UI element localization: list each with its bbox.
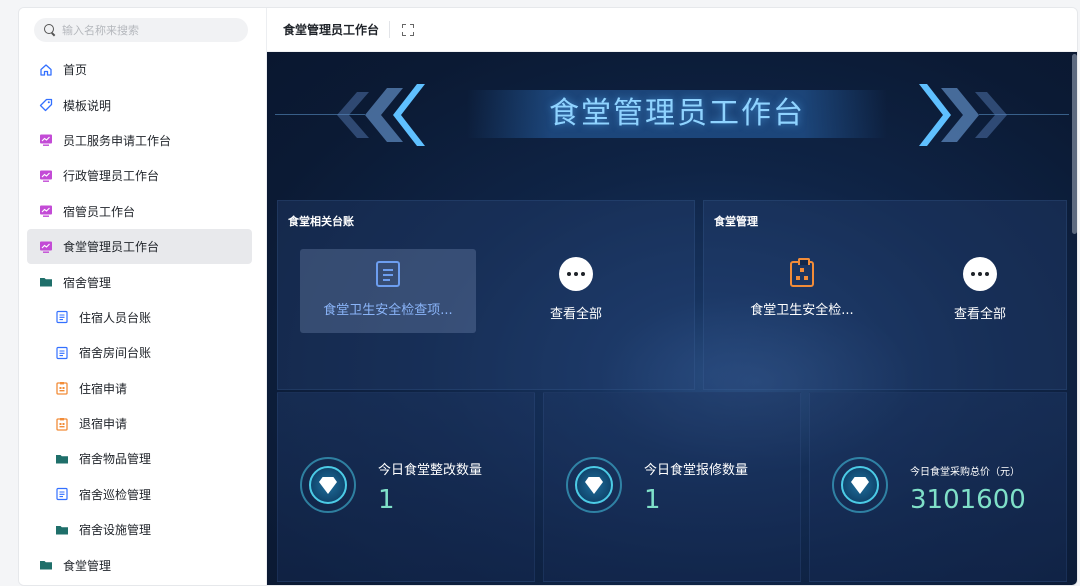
- banner-arrows-right-icon: [919, 84, 1007, 146]
- view-all-button[interactable]: 查看全部: [892, 249, 1068, 333]
- stat-value: 1: [644, 485, 661, 515]
- clipboard-icon: [55, 417, 69, 431]
- stat-label: 今日食堂采购总价（元）: [910, 467, 1020, 478]
- sidebar-item-label: 行政管理员工作台: [63, 169, 160, 184]
- page-title: 食堂管理员工作台: [283, 21, 391, 38]
- sidebar-item-label: 住宿申请: [79, 381, 128, 396]
- sidebar-item-dorm-items[interactable]: 宿舍物品管理: [27, 441, 252, 476]
- tag-icon: [39, 98, 53, 112]
- sidebar-item-rooms-ledger[interactable]: 宿舍房间台账: [27, 335, 252, 370]
- sidebar-item-template-guide[interactable]: 模板说明: [27, 87, 252, 122]
- folder-icon: [55, 452, 69, 466]
- sidebar-item-label: 首页: [63, 63, 88, 78]
- sidebar-item-dorm-workbench[interactable]: 宿管员工作台: [27, 194, 252, 229]
- document-icon: [55, 346, 69, 360]
- shortcut-label: 食堂卫生安全检查项...: [323, 303, 453, 318]
- dashboard-icon: [39, 133, 53, 147]
- topbar: 食堂管理员工作台: [267, 8, 1077, 52]
- shortcut-canteen-hygiene-check[interactable]: 食堂卫生安全检...: [714, 249, 890, 333]
- sidebar-item-dorm-management[interactable]: 宿舍管理: [27, 264, 252, 299]
- main-area: 食堂管理员工作台 食堂管理员工作台 食堂相关台账 食堂卫生安全检查项... 查看…: [267, 8, 1077, 585]
- stat-card-repairs: 今日食堂报修数量 1: [543, 392, 801, 582]
- search-icon: [44, 24, 56, 36]
- dashboard-icon: [39, 240, 53, 254]
- sidebar-item-residents-ledger[interactable]: 住宿人员台账: [27, 300, 252, 335]
- sidebar-item-label: 退宿申请: [79, 417, 128, 432]
- sidebar-item-dorm-inspection[interactable]: 宿舍巡检管理: [27, 477, 252, 512]
- panel-canteen-management: 食堂管理 食堂卫生安全检... 查看全部: [703, 200, 1067, 390]
- document-icon: [55, 310, 69, 324]
- sidebar-item-canteen-workbench[interactable]: 食堂管理员工作台: [27, 228, 252, 265]
- sidebar-item-label: 宿舍巡检管理: [79, 487, 152, 502]
- more-icon: [559, 257, 593, 291]
- stat-label: 今日食堂整改数量: [378, 463, 483, 478]
- sidebar-item-label: 宿舍设施管理: [79, 523, 152, 538]
- clipboard-icon: [790, 258, 814, 287]
- panel-title: 食堂管理: [714, 215, 758, 228]
- sidebar-item-dorm-facilities[interactable]: 宿舍设施管理: [27, 512, 252, 547]
- more-icon: [963, 257, 997, 291]
- view-all-label: 查看全部: [953, 307, 1006, 322]
- app-window: 首页 模板说明 员工服务申请工作台 行政管理员工作台: [18, 7, 1078, 586]
- sidebar-item-label: 住宿人员台账: [79, 310, 152, 325]
- sidebar: 首页 模板说明 员工服务申请工作台 行政管理员工作台: [19, 8, 267, 585]
- folder-icon: [55, 523, 69, 537]
- search-box[interactable]: [34, 18, 248, 42]
- dashboard-icon: [39, 204, 53, 218]
- home-icon: [39, 63, 53, 77]
- sidebar-item-checkin-request[interactable]: 住宿申请: [27, 371, 252, 406]
- document-icon: [55, 487, 69, 501]
- stat-value: 3101600: [910, 485, 1026, 515]
- shortcut-canteen-hygiene-items[interactable]: 食堂卫生安全检查项...: [300, 249, 476, 333]
- sidebar-item-label: 宿舍房间台账: [79, 346, 152, 361]
- diamond-icon: [832, 457, 888, 513]
- sidebar-item-checkout-request[interactable]: 退宿申请: [27, 406, 252, 441]
- sidebar-nav: 首页 模板说明 员工服务申请工作台 行政管理员工作台 宿管员工作台 食堂管理员工…: [27, 52, 252, 583]
- stat-card-rectification: 今日食堂整改数量 1: [277, 392, 535, 582]
- sidebar-item-label: 宿舍管理: [63, 275, 112, 290]
- panel-title: 食堂相关台账: [288, 215, 354, 228]
- banner-arrows-left-icon: [337, 84, 425, 146]
- diamond-icon: [566, 457, 622, 513]
- sidebar-item-label: 模板说明: [63, 98, 112, 113]
- clipboard-icon: [55, 381, 69, 395]
- sidebar-item-label: 食堂管理员工作台: [63, 240, 160, 255]
- sidebar-item-canteen-management[interactable]: 食堂管理: [27, 547, 252, 582]
- view-all-button[interactable]: 查看全部: [488, 249, 664, 333]
- stat-label: 今日食堂报修数量: [644, 463, 749, 478]
- shortcut-label: 食堂卫生安全检...: [750, 303, 854, 318]
- sidebar-item-home[interactable]: 首页: [27, 52, 252, 87]
- folder-icon: [39, 275, 53, 289]
- sidebar-item-label: 宿舍物品管理: [79, 452, 152, 467]
- dashboard-icon: [39, 169, 53, 183]
- fullscreen-icon[interactable]: [402, 23, 415, 36]
- view-all-label: 查看全部: [549, 307, 602, 322]
- sidebar-item-label: 员工服务申请工作台: [63, 133, 172, 148]
- panel-canteen-ledgers: 食堂相关台账 食堂卫生安全检查项... 查看全部: [277, 200, 695, 390]
- stat-value: 1: [378, 485, 395, 515]
- dashboard: 食堂管理员工作台 食堂相关台账 食堂卫生安全检查项... 查看全部 食堂管理 食…: [267, 52, 1077, 585]
- sidebar-item-label: 宿管员工作台: [63, 204, 136, 219]
- search-input[interactable]: [62, 23, 232, 37]
- banner-title: 食堂管理员工作台: [467, 90, 887, 138]
- folder-icon: [39, 558, 53, 572]
- document-icon: [376, 261, 400, 287]
- sidebar-item-admin-workbench[interactable]: 行政管理员工作台: [27, 158, 252, 193]
- dashboard-banner: 食堂管理员工作台: [267, 52, 1073, 182]
- diamond-icon: [300, 457, 356, 513]
- stat-card-purchase-total: 今日食堂采购总价（元） 3101600: [809, 392, 1067, 582]
- sidebar-item-label: 食堂管理: [63, 558, 112, 573]
- sidebar-item-employee-service[interactable]: 员工服务申请工作台: [27, 123, 252, 158]
